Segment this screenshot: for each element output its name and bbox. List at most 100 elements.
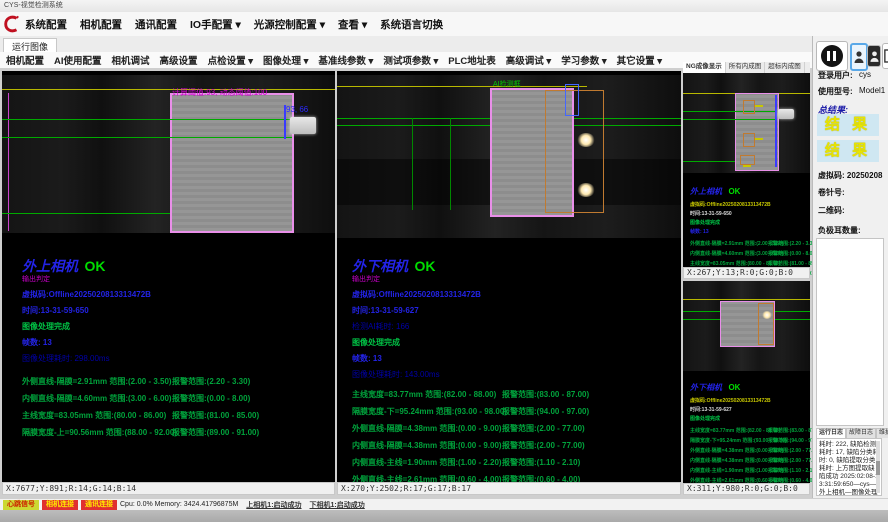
tool-plc-address[interactable]: PLC地址表 (448, 53, 496, 67)
left-value-overlay: 93, 66 (286, 105, 308, 114)
left-camera-status: OK (84, 258, 105, 274)
tool-image-processing[interactable]: 图像处理 ▾ (263, 53, 308, 67)
needle-number-label: 卷针号: (818, 187, 845, 198)
window-title: CYS-视觉检测系统 (4, 2, 63, 9)
right-top-connector-part (778, 109, 794, 119)
window-titlebar: CYS-视觉检测系统 (0, 0, 888, 12)
left-elapsed: 图像处理耗时: 298.00ms (22, 353, 332, 364)
left-green-line-1 (2, 119, 292, 120)
right-top-coords-bar: X:267;Y:13;R:0;G:0;B:0 (683, 267, 810, 279)
right-top-done: 图像处理完成 (690, 219, 808, 226)
right-top-frames: 帧数: 13 (690, 228, 808, 235)
tool-baseline-params[interactable]: 基准线参数 ▾ (318, 53, 373, 67)
menu-language-switch[interactable]: 系统语言切换 (380, 17, 443, 32)
log-tab-maintenance[interactable]: 维护日志 (876, 428, 888, 438)
log-tab-run[interactable]: 运行日志 (816, 428, 846, 438)
right-bottom-measure-row: 外侧直线-隔膜=4.38mm 范围:(0.00 - 9.00)报警范围:(2.0… (690, 447, 808, 454)
app-logo-icon (3, 15, 21, 33)
measure-text: 内侧直线-隔膜=4.60mm 范围:(3.00 - 6.00) (690, 250, 768, 257)
rtab-all-images[interactable]: 所有内成图 (726, 62, 766, 73)
alarm-text: 报警范围:(0.00 - 8.00) (768, 250, 817, 257)
center-camera-title: 外下相机 (352, 258, 408, 274)
center-barcode: 虚拟码:Offline2025020813313472B (352, 289, 677, 300)
tool-test-params[interactable]: 测试项参数 ▾ (383, 53, 438, 67)
left-magenta-edge-line (8, 93, 9, 231)
center-green-vline-2 (450, 118, 451, 210)
user-login-button[interactable] (850, 43, 868, 71)
center-time: 时间:13-31-59-627 (352, 305, 677, 316)
right-top-detect-box-3 (740, 155, 755, 165)
right-bottom-measure-row: 主线宽度=83.77mm 范围:(82.00 - 88.00)报警范围:(83.… (690, 427, 808, 434)
tool-camera-debug[interactable]: 相机调试 (112, 53, 150, 67)
menu-light-config[interactable]: 光源控制配置 ▾ (254, 17, 325, 32)
log-tab-fault[interactable]: 故障日志 (846, 428, 876, 438)
lower-camera-status: 下相机1:启动成功 (310, 500, 365, 510)
measure-text: 主线宽度=83.77mm 范围:(82.00 - 88.00) (690, 427, 768, 434)
rtab-ng-display[interactable]: NG成像显示 (683, 62, 726, 73)
center-led-glow-1 (577, 133, 595, 147)
right-top-camera-view: 外上相机 OK 虚拟码:Offline2025020813313472B 时间:… (683, 73, 810, 267)
upper-camera-status: 上相机1:启动成功 (246, 500, 301, 510)
measure-text: 隔膜宽度-下=95.24mm 范围:(93.00 - 98.00) (690, 437, 768, 444)
measure-text: 内侧直线-隔膜=4.38mm 范围:(0.00 - 9.00) (352, 440, 502, 451)
barcode-value-label: 虚拟码: 20250208 (818, 170, 882, 181)
menu-comm-config[interactable]: 通讯配置 (135, 17, 177, 32)
alarm-text: 报警范围:(2.00 - 77.00) (502, 440, 585, 451)
tool-advanced-debug[interactable]: 高级调试 ▾ (506, 53, 551, 67)
center-led-glow-2 (577, 183, 595, 197)
result-list[interactable] (816, 238, 884, 426)
measure-text: 内侧直线-主线=1.90mm 范围:(1.00 - 2.20) (352, 457, 502, 468)
right-bottom-camera-image[interactable] (683, 281, 810, 371)
tool-other-settings[interactable]: 其它设置 ▾ (617, 53, 662, 67)
menu-view[interactable]: 查看 ▾ (338, 17, 367, 32)
left-green-line-3 (2, 213, 170, 214)
tool-advanced-settings[interactable]: 高级设置 (160, 53, 198, 67)
menu-system-config[interactable]: 系统配置 (25, 17, 67, 32)
tool-camera-config[interactable]: 相机配置 (6, 53, 44, 67)
tool-learning-params[interactable]: 学习参数 ▾ (561, 53, 606, 67)
right-top-measure-row: 内侧直线-隔膜=4.60mm 范围:(3.00 - 6.00)报警范围:(0.0… (690, 250, 808, 257)
menu-camera-config[interactable]: 相机配置 (80, 17, 122, 32)
menu-io-config[interactable]: IO手配置 ▾ (190, 17, 241, 32)
log-scrollbar[interactable] (876, 441, 880, 493)
left-product-region (170, 93, 294, 233)
center-elapsed: 图像处理耗时: 143.00ms (352, 369, 677, 380)
left-measure-row: 隔膜宽度-上=90.56mm 范围:(88.00 - 92.00)报警范围:(8… (22, 427, 332, 438)
qr-code-label: 二维码: (818, 205, 845, 216)
right-bottom-detect-box (758, 303, 774, 345)
alarm-text: 报警范围:(94.00 - 97.00) (502, 406, 589, 417)
right-top-label-mark-3 (743, 165, 751, 167)
alarm-text: 报警范围:(1.10 - 2.10) (768, 467, 817, 474)
operator-button[interactable] (867, 45, 881, 67)
right-top-camera-image[interactable] (683, 73, 810, 173)
exit-button[interactable] (882, 43, 888, 69)
center-coords-bar: X:270;Y:2502;R:17;G:17;B:17 (337, 482, 681, 495)
center-frames: 帧数: 13 (352, 353, 677, 364)
tab-count-label: 负极耳数量: (818, 225, 861, 236)
tool-spot-check[interactable]: 点检设置 ▾ (208, 53, 253, 67)
right-bottom-camera-status: OK (728, 383, 740, 392)
right-top-green-line-3 (683, 161, 735, 162)
rtab-over-limit[interactable]: 超标内成图 (765, 62, 805, 73)
pause-button[interactable] (816, 41, 848, 71)
right-top-camera-status: OK (728, 187, 740, 196)
measure-text: 内侧直线-隔膜=4.38mm 范围:(0.00 - 9.00) (690, 457, 768, 464)
center-info-block: 外下相机 OK 输出判定 虚拟码:Offline2025020813313472… (352, 256, 677, 485)
window-footer (0, 510, 888, 522)
cpu-memory-status: Cpu: 0.0% Memory: 3424.41796875M (120, 501, 238, 508)
result-box-upper: 结 果 (817, 114, 879, 136)
left-camera-image[interactable]: 计算阈值:93, 动态阈值:100 93, 66 (2, 75, 335, 233)
right-bottom-yellow-line (683, 299, 810, 300)
menu-bar: 系统配置 相机配置 通讯配置 IO手配置 ▾ 光源控制配置 ▾ 查看 ▾ 系统语… (0, 12, 888, 37)
log-textarea[interactable]: 耗时: 222, 缺陷检测耗时: 17, 缺陷分类耗时: 0, 缺陷提取分类耗时… (816, 438, 882, 496)
right-top-measure-row: 主线宽度=83.05mm 范围:(80.00 - 86.00)报警范围:(81.… (690, 260, 808, 267)
center-camera-image[interactable]: AI检测框 (337, 75, 681, 238)
alarm-text: 报警范围:(83.00 - 87.00) (502, 389, 589, 400)
left-measure-row: 内侧直线-隔膜=4.60mm 范围:(3.00 - 6.00)报警范围:(0.0… (22, 393, 332, 404)
measure-text: 外侧直线-隔膜=4.38mm 范围:(0.00 - 9.00) (352, 423, 502, 434)
left-info-block: 外上相机 OK 输出判定 虚拟码:Offline2025020813313472… (22, 256, 332, 438)
right-bottom-measure-row: 内侧直线-隔膜=4.38mm 范围:(0.00 - 9.00)报警范围:(2.0… (690, 457, 808, 464)
left-green-line-2 (2, 137, 292, 138)
center-blue-marker-box (565, 84, 579, 116)
tool-ai-config[interactable]: AI使用配置 (54, 53, 102, 67)
